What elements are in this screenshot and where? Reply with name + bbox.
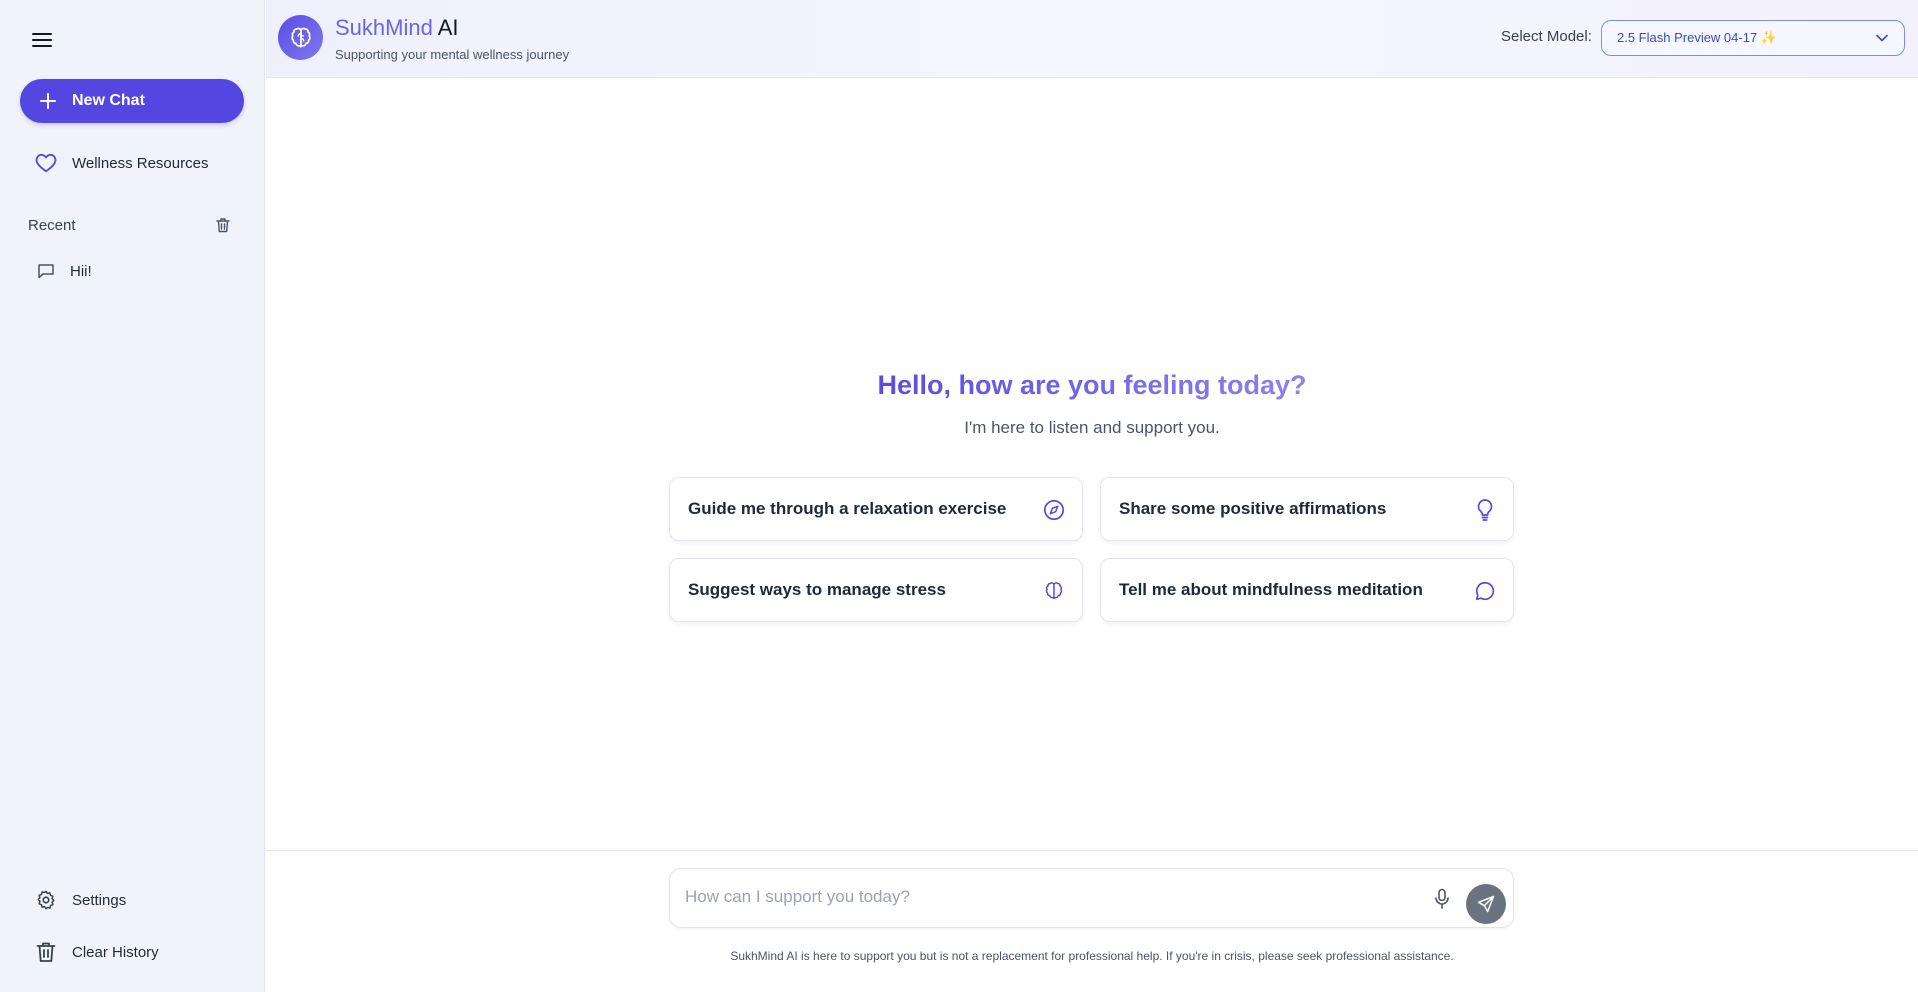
new-chat-button[interactable]: New Chat — [20, 79, 244, 123]
recent-chat-item[interactable]: Hii! — [36, 261, 92, 281]
hamburger-icon — [32, 33, 52, 47]
message-input[interactable] — [685, 887, 1385, 907]
plus-icon — [38, 91, 58, 111]
suggestion-card[interactable]: Guide me through a relaxation exercise — [669, 477, 1083, 541]
microphone-icon — [1435, 888, 1449, 909]
settings-link[interactable]: Settings — [34, 888, 126, 912]
delete-recent-button[interactable] — [214, 216, 232, 234]
compass-icon — [1042, 498, 1066, 522]
app-title-part1: SukhMind — [335, 15, 433, 40]
chevron-down-icon — [1874, 30, 1890, 46]
suggestion-label: Share some positive affirmations — [1119, 499, 1387, 518]
brain-icon — [290, 27, 311, 48]
recent-chat-label: Hii! — [70, 262, 92, 280]
suggestion-card[interactable]: Tell me about mindfulness meditation — [1100, 558, 1514, 622]
gear-icon — [34, 888, 58, 912]
greeting-subtitle: I'm here to listen and support you. — [964, 418, 1220, 437]
recent-label: Recent — [28, 216, 76, 234]
composer-divider — [266, 850, 1918, 851]
send-icon — [1477, 895, 1495, 913]
clear-history-link[interactable]: Clear History — [34, 940, 159, 964]
app-tagline: Supporting your mental wellness journey — [335, 47, 570, 62]
app-logo — [278, 15, 323, 60]
suggestion-label: Suggest ways to manage stress — [688, 580, 946, 599]
model-select-label: Select Model: — [1501, 28, 1592, 45]
wellness-resources-label: Wellness Resources — [72, 154, 209, 172]
suggestion-label: Tell me about mindfulness meditation — [1119, 580, 1423, 599]
microphone-button[interactable] — [1430, 887, 1454, 911]
trash-icon — [34, 940, 58, 964]
send-button[interactable] — [1466, 884, 1506, 924]
app-title-part2: AI — [432, 15, 459, 40]
message-square-icon — [36, 261, 56, 281]
suggestion-card[interactable]: Suggest ways to manage stress — [669, 558, 1083, 622]
model-select-dropdown[interactable]: 2.5 Flash Preview 04-17 ✨ — [1601, 20, 1905, 56]
lightbulb-icon — [1473, 498, 1497, 522]
new-chat-label: New Chat — [72, 92, 145, 109]
clear-history-label: Clear History — [72, 943, 159, 961]
suggestion-label: Guide me through a relaxation exercise — [688, 499, 1007, 518]
sidebar: New Chat Wellness Resources Recent Hii! … — [0, 0, 265, 992]
settings-label: Settings — [72, 891, 127, 909]
model-select-value: 2.5 Flash Preview 04-17 ✨ — [1617, 30, 1777, 45]
menu-toggle-button[interactable] — [28, 26, 56, 54]
message-circle-icon — [1473, 579, 1497, 603]
suggestion-card[interactable]: Share some positive affirmations — [1100, 477, 1514, 541]
heart-icon — [34, 151, 58, 175]
message-composer — [669, 868, 1514, 928]
trash-icon — [216, 218, 230, 233]
wellness-resources-link[interactable]: Wellness Resources — [34, 151, 208, 175]
greeting-text: Hello, how are you feeling today? — [877, 370, 1307, 400]
greeting-heading: Hello, how are you feeling today? — [266, 370, 1918, 401]
disclaimer-text: SukhMind AI is here to support you but i… — [730, 949, 1454, 963]
recent-section-header: Recent — [28, 216, 232, 234]
brain-icon — [1042, 579, 1066, 603]
top-header: SukhMind AI Supporting your mental welln… — [266, 0, 1918, 78]
app-title: SukhMind AI — [335, 15, 459, 41]
